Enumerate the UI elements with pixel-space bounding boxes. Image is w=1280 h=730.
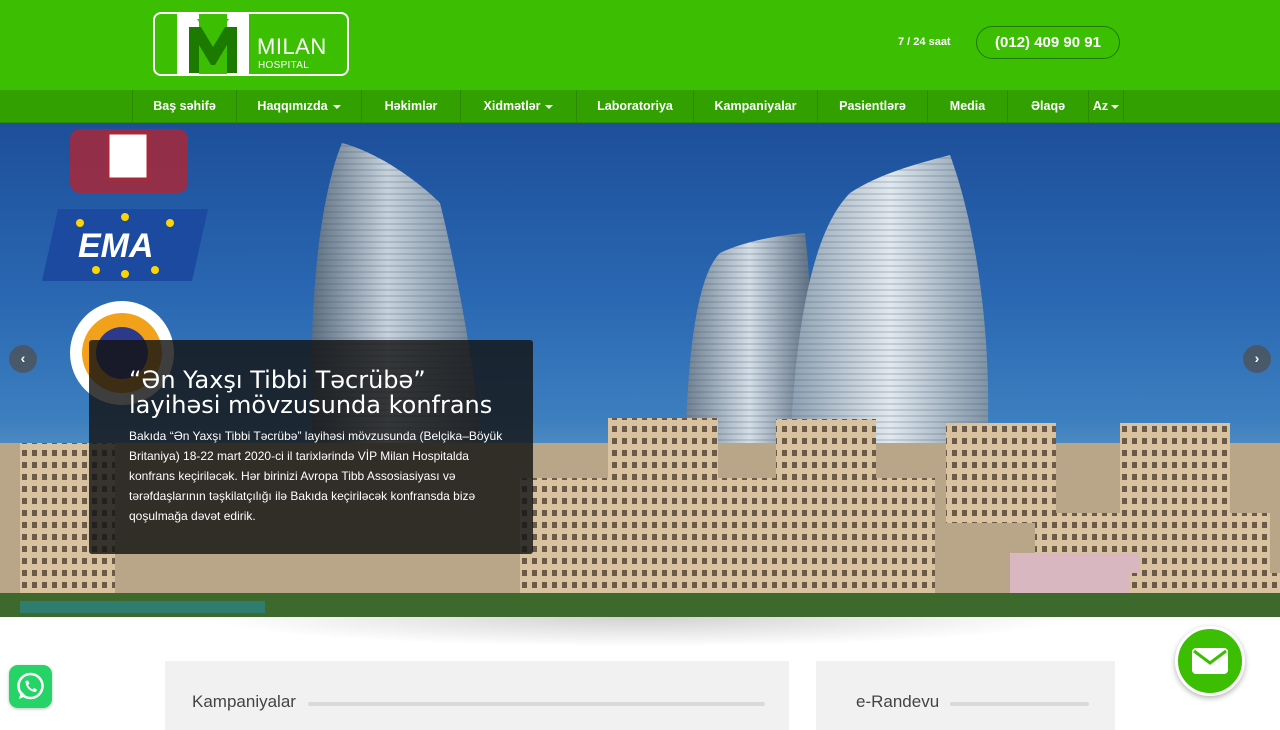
nav-item-campaigns[interactable]: Kampaniyalar [694,90,818,123]
georgian-coat-of-arms-badge [70,129,188,193]
nav-item-services[interactable]: Xidmətlər [461,90,577,123]
slide-title-line-2: layihəsi mövzusunda konfrans [129,391,493,419]
nav-item-media[interactable]: Media [928,90,1008,123]
ema-logo-text: EMA [78,227,154,265]
hero-shadow [200,617,1080,647]
contact-mail-button[interactable] [1175,626,1245,696]
nav-label: Pasientlərə [839,99,906,113]
slider-prev-button[interactable]: ‹ [9,345,37,373]
slide-description: Bakıda “Ən Yaxşı Tibbi Təcrübə” layihəsi… [129,429,503,523]
ema-logo-badge: EMA [42,209,208,281]
nav-label: Baş səhifə [153,99,216,113]
nav-label: Kampaniyalar [714,99,797,113]
hero-slider: EMA ‹ › “Ən Yaxşı Tibbi Təcrübə” layihəs… [0,123,1280,617]
main-navigation: Baş səhifə Haqqımızda Həkimlər Xidmətlər… [0,90,1280,123]
nav-item-patients[interactable]: Pasientlərə [818,90,928,123]
nav-item-home[interactable]: Baş səhifə [133,90,237,123]
campaigns-panel: Kampaniyalar [165,661,789,730]
title-divider [950,702,1089,706]
site-header: MILAN HOSPITAL 7 / 24 saat (012) 409 90 … [0,0,1280,90]
caret-down-icon [1111,104,1120,109]
slider-next-button[interactable]: › [1243,345,1271,373]
logo-name: MILAN [257,34,327,59]
phone-button[interactable]: (012) 409 90 91 [976,26,1120,59]
slide-caption: “Ən Yaxşı Tibbi Təcrübə” layihəsi mövzus… [89,340,533,554]
caret-down-icon [332,104,341,109]
working-hours: 7 / 24 saat [898,36,951,48]
nav-item-laboratory[interactable]: Laboratoriya [577,90,694,123]
language-selector[interactable]: Az [1089,90,1124,123]
e-appointment-title: e-Randevu [856,692,940,711]
nav-label: Həkimlər [384,99,438,113]
nav-label: Laboratoriya [597,99,673,113]
nav-item-contact[interactable]: Əlaqə [1008,90,1089,123]
whatsapp-icon [17,672,44,700]
caret-down-icon [545,104,554,109]
logo-mark-icon [177,13,249,75]
nav-item-doctors[interactable]: Həkimlər [362,90,461,123]
mail-icon [1192,648,1228,674]
nav-label: Əlaqə [1030,99,1066,113]
nav-item-about[interactable]: Haqqımızda [237,90,362,123]
title-divider [308,702,765,706]
logo-subtitle: HOSPITAL [258,60,310,71]
nav-label: Az [1092,99,1109,113]
campaigns-title: Kampaniyalar [192,692,296,711]
nav-label: Haqqımızda [257,99,328,113]
nav-label: Media [949,99,986,113]
e-appointment-panel: e-Randevu [816,661,1115,730]
slide-title-line-1: “Ən Yaxşı Tibbi Təcrübə” [129,366,426,394]
whatsapp-button[interactable] [9,665,52,708]
milan-hospital-logo[interactable]: MILAN HOSPITAL [153,12,349,76]
nav-label: Xidmətlər [483,99,541,113]
